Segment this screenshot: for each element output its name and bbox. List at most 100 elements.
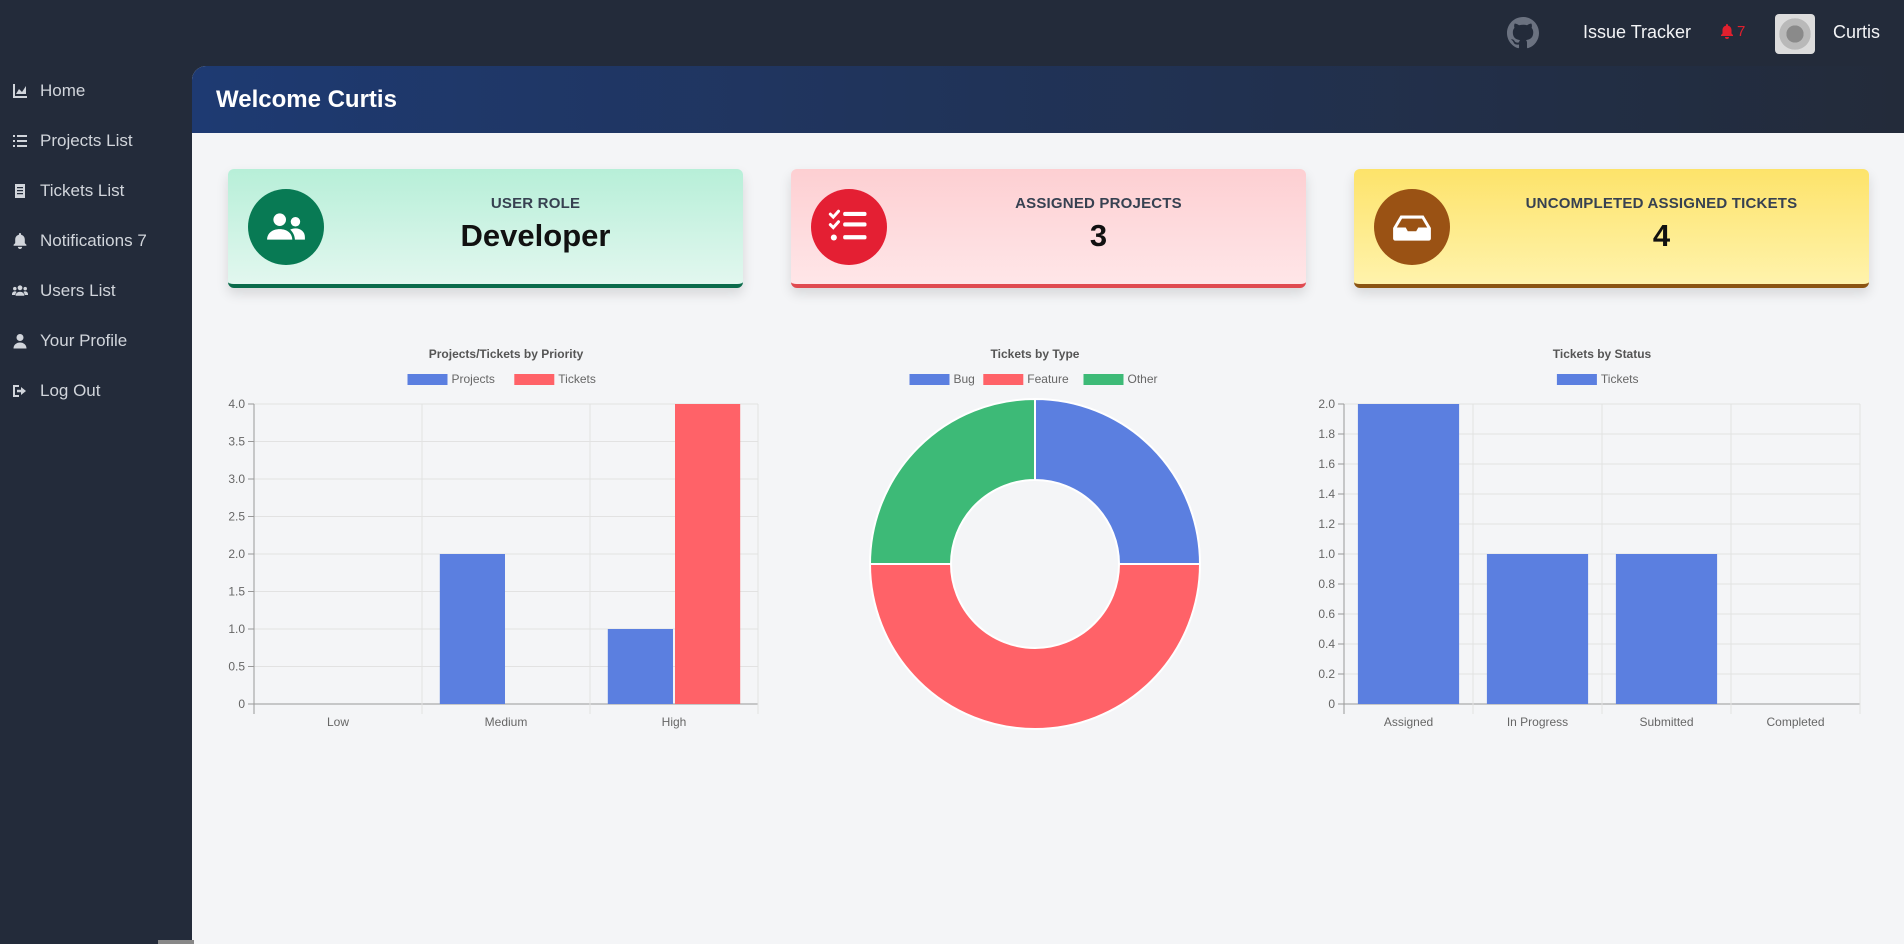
- top-navbar: Issue Tracker 7 Curtis: [0, 0, 1904, 66]
- y-tick-label: 1.5: [228, 585, 245, 599]
- horizontal-scrollbar-thumb[interactable]: [158, 940, 194, 944]
- y-tick-label: 0.4: [1318, 637, 1335, 651]
- x-tick-label: Low: [327, 715, 349, 729]
- sidebar-item-logout[interactable]: Log Out: [0, 366, 192, 416]
- sidebar-item-users[interactable]: Users List: [0, 266, 192, 316]
- status-chart: Tickets by Status Tickets 0 0.2 0.4 0.6 0.8 1.0…: [1310, 338, 1870, 748]
- y-tick-label: 4.0: [228, 397, 245, 411]
- avatar[interactable]: [1775, 14, 1815, 54]
- card-value: 3: [1089, 218, 1108, 253]
- chart-area-icon: [13, 84, 27, 98]
- sidebar-item-label: Users List: [40, 281, 116, 300]
- bar: [439, 554, 505, 704]
- y-tick-label: 1.0: [228, 622, 245, 636]
- legend-swatch: [407, 374, 448, 385]
- x-tick-label: High: [662, 715, 687, 729]
- app-title-link[interactable]: Issue Tracker: [1583, 22, 1691, 43]
- chart-title: Projects/Tickets by Priority: [429, 347, 584, 361]
- y-tick-label: 2.5: [228, 510, 245, 524]
- pie-slice: [868, 563, 1202, 730]
- x-tick-label: Completed: [1766, 715, 1824, 729]
- legend-label: Bug: [954, 372, 975, 386]
- sidebar-item-label: Log Out: [40, 381, 101, 400]
- sign-out-icon: [13, 385, 26, 397]
- sidebar-item-tickets[interactable]: Tickets List: [0, 166, 192, 216]
- bell-icon: [1721, 24, 1733, 39]
- bar: [1486, 554, 1589, 704]
- type-chart: Tickets by Type Bug Feature Other: [780, 338, 1290, 748]
- card-value: 4: [1652, 218, 1671, 253]
- legend-swatch: [1083, 374, 1124, 385]
- page-title: Welcome Curtis: [216, 85, 397, 113]
- sidebar-item-notifications[interactable]: Notifications 7: [0, 216, 192, 266]
- user-role-card: USER ROLE Developer: [228, 169, 743, 288]
- card-label: ASSIGNED PROJECTS: [1015, 195, 1182, 212]
- y-tick-label: 0.6: [1318, 607, 1335, 621]
- legend-label: Projects: [452, 372, 495, 386]
- users-icon: [12, 285, 28, 296]
- main-content: Welcome Curtis USER ROLE Developer ASSIG…: [192, 66, 1904, 944]
- y-tick-label: 0: [238, 697, 245, 711]
- card-icon-circle: [1374, 189, 1450, 265]
- uncompleted-tickets-card: UNCOMPLETED ASSIGNED TICKETS 4: [1354, 169, 1869, 288]
- pie-slice: [1034, 397, 1202, 565]
- card-icon-circle: [811, 189, 887, 265]
- x-tick-label: Assigned: [1384, 715, 1433, 729]
- sidebar-item-label: Your Profile: [40, 331, 128, 350]
- github-icon[interactable]: [1507, 17, 1539, 49]
- chart-title: Tickets by Status: [1553, 347, 1652, 361]
- list-icon: [13, 135, 27, 147]
- users-icon: [267, 213, 305, 240]
- card-label: USER ROLE: [490, 195, 581, 212]
- bell-icon: [13, 233, 27, 249]
- bar: [1357, 404, 1460, 704]
- y-tick-label: 1.0: [1318, 547, 1335, 561]
- user-icon: [13, 334, 27, 349]
- type-chart-svg: Tickets by Type Bug Feature Other: [868, 347, 1202, 730]
- priority-chart: Projects/Tickets by Priority Projects Tick…: [222, 338, 768, 748]
- bar: [607, 629, 673, 704]
- welcome-header: Welcome Curtis: [192, 66, 1904, 133]
- legend-swatch: [983, 374, 1024, 385]
- y-tick-label: 0.8: [1318, 577, 1335, 591]
- legend-swatch: [514, 374, 555, 385]
- legend-label: Tickets: [558, 372, 596, 386]
- card-value: Developer: [460, 218, 611, 253]
- legend-label: Tickets: [1601, 372, 1639, 386]
- legend-swatch: [1556, 374, 1597, 385]
- x-tick-label: Medium: [485, 715, 528, 729]
- card-label: UNCOMPLETED ASSIGNED TICKETS: [1525, 195, 1798, 212]
- card-icon-circle: [248, 189, 324, 265]
- y-tick-label: 2.0: [1318, 397, 1335, 411]
- sidebar: Home Projects List Tickets List Notifica…: [0, 66, 192, 416]
- bar: [675, 404, 741, 704]
- y-tick-label: 3.0: [228, 472, 245, 486]
- y-tick-label: 2.0: [228, 547, 245, 561]
- priority-chart-svg: Projects/Tickets by Priority Projects Tick…: [228, 347, 759, 729]
- notifications-button[interactable]: 7: [1720, 23, 1745, 40]
- user-name-link[interactable]: Curtis: [1833, 22, 1880, 43]
- y-tick-label: 0.5: [228, 660, 245, 674]
- sidebar-item-projects[interactable]: Projects List: [0, 116, 192, 166]
- inbox-icon: [1393, 215, 1431, 241]
- status-chart-svg: Tickets by Status Tickets 0 0.2 0.4 0.6 0.8 1.0…: [1318, 347, 1861, 729]
- y-tick-label: 0: [1328, 697, 1335, 711]
- x-tick-label: In Progress: [1507, 715, 1568, 729]
- y-tick-label: 1.2: [1318, 517, 1335, 531]
- assigned-projects-card: ASSIGNED PROJECTS 3: [791, 169, 1306, 288]
- sidebar-item-label: Tickets List: [40, 181, 125, 200]
- sidebar-item-profile[interactable]: Your Profile: [0, 316, 192, 366]
- x-tick-label: Submitted: [1639, 715, 1693, 729]
- y-tick-label: 0.2: [1318, 667, 1335, 681]
- sidebar-item-home[interactable]: Home: [0, 66, 192, 116]
- chart-title: Tickets by Type: [991, 347, 1080, 361]
- legend-label: Other: [1128, 372, 1158, 386]
- y-tick-label: 1.8: [1318, 427, 1335, 441]
- sidebar-item-label: Projects List: [40, 131, 133, 150]
- file-list-icon: [15, 184, 25, 198]
- legend-swatch: [909, 374, 950, 385]
- sidebar-item-label: Notifications 7: [40, 231, 147, 250]
- y-tick-label: 3.5: [228, 435, 245, 449]
- pie-slice: [868, 397, 1036, 565]
- legend-label: Feature: [1027, 372, 1069, 386]
